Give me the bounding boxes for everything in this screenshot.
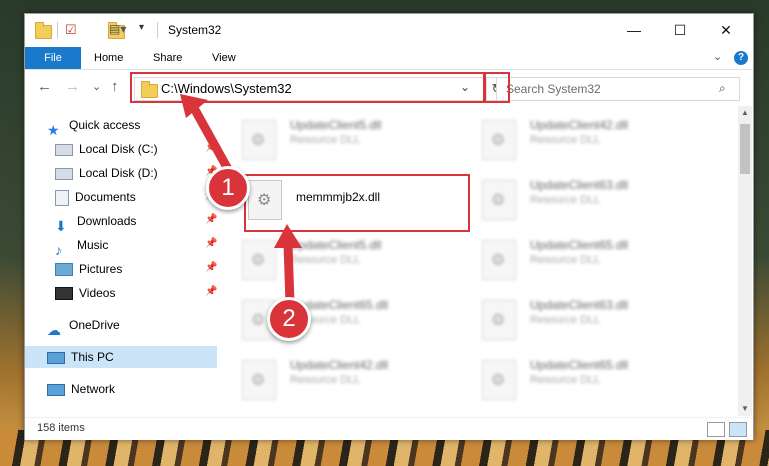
arrow-2-shaft [283, 239, 295, 309]
step-2-badge: 2 [267, 297, 311, 341]
annotation-arrows [180, 94, 302, 309]
arrow-2-head [274, 224, 302, 248]
step-1-badge: 1 [206, 166, 250, 210]
